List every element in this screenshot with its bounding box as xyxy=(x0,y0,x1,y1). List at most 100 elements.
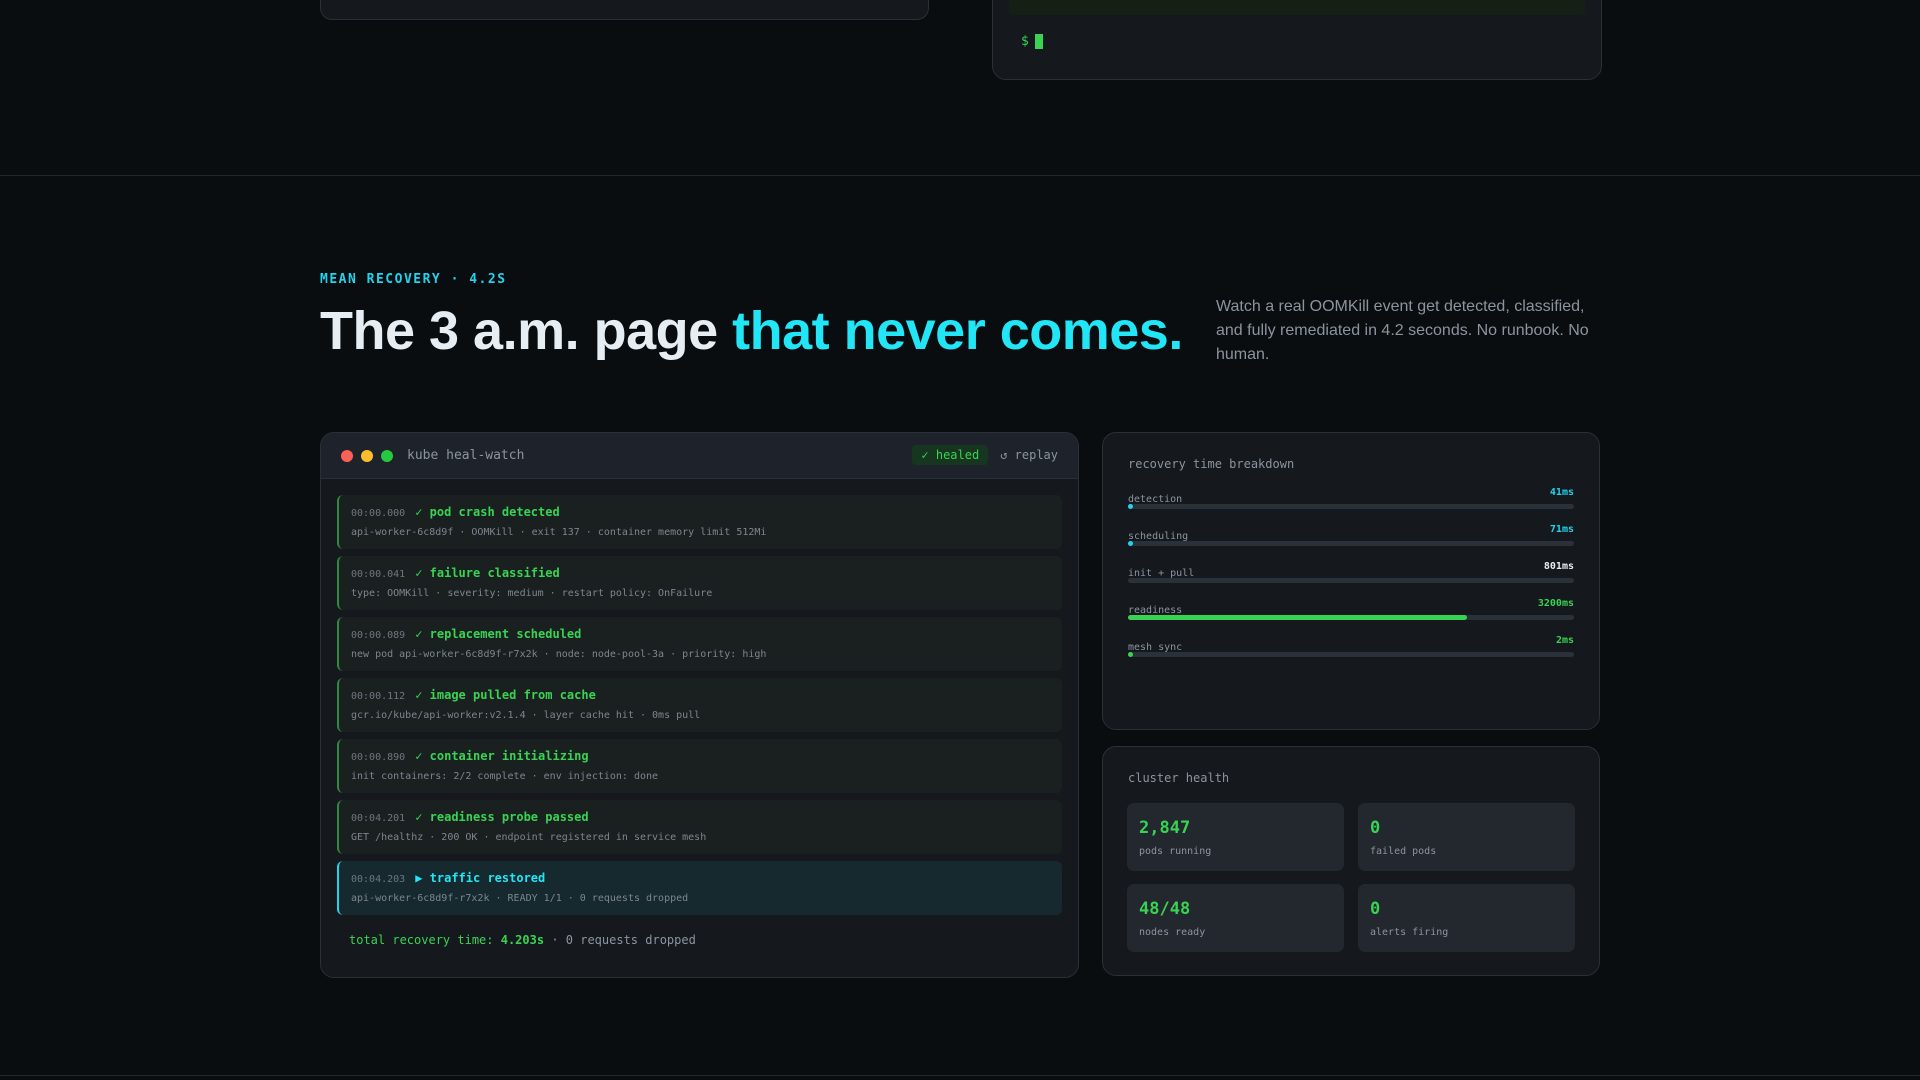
breakdown-row: detection 41ms xyxy=(1128,487,1574,509)
event-time: 00:00.890 xyxy=(351,752,406,763)
breakdown-track xyxy=(1128,578,1574,583)
event-time: 00:00.000 xyxy=(351,508,406,519)
lede-text: Watch a real OOMKill event get detected,… xyxy=(1216,298,1589,363)
panel-title: cluster health xyxy=(1128,771,1230,785)
event-detail: gcr.io/kube/api-worker:v2.1.4 · layer ca… xyxy=(351,710,701,721)
event-detail: api-worker-6c8d9f-r7x2k · READY 1/1 · 0 … xyxy=(351,893,689,904)
breakdown-track xyxy=(1128,541,1574,546)
cursor-block xyxy=(1034,34,1043,49)
check-icon: ✓ xyxy=(415,688,423,702)
section-divider xyxy=(0,175,1920,176)
breakdown-value: 801ms xyxy=(1543,561,1574,572)
event-title: ✓ replacement scheduled xyxy=(415,627,581,641)
check-icon: ✓ xyxy=(415,749,423,763)
stat-label: failed pods xyxy=(1370,846,1437,857)
event-time: 00:00.089 xyxy=(351,630,406,641)
event-title-text: failure classified xyxy=(429,566,560,580)
stat-card: 0 failed pods xyxy=(1358,803,1575,871)
section-divider xyxy=(0,1075,1920,1076)
event-item: 00:00.089 ✓ replacement scheduled new pod … xyxy=(337,617,1062,671)
breakdown-value: 41ms xyxy=(1549,487,1574,498)
event-title: ✓ image pulled from cache xyxy=(415,688,596,702)
event-title: ✓ readiness probe passed xyxy=(415,810,588,824)
stat-value: 0 xyxy=(1370,899,1381,919)
stat-label: nodes ready xyxy=(1139,927,1206,938)
event-title-text: container initializing xyxy=(429,749,589,763)
replay-button[interactable]: ↺ replay xyxy=(1000,448,1058,462)
event-list: 00:00.000 ✓ pod crash detected api-worker-… xyxy=(321,479,1078,915)
event-time: 00:00.041 xyxy=(351,569,406,580)
event-time: 00:00.112 xyxy=(351,691,406,702)
cluster-health-panel: cluster health 2,847 pods running 0 failed … xyxy=(1102,746,1600,976)
breakdown-row: readiness 3200ms xyxy=(1128,598,1574,620)
stat-value: 2,847 xyxy=(1139,818,1191,838)
breakdown-value: 3200ms xyxy=(1537,598,1574,609)
breakdown-fill xyxy=(1128,615,1467,620)
prompt-symbol: $ xyxy=(1021,34,1029,49)
total-value: 4.203s xyxy=(500,933,545,947)
event-title-text: replacement scheduled xyxy=(429,627,582,641)
event-title: ✓ failure classified xyxy=(415,566,560,580)
event-detail: init containers: 2/2 complete · env inje… xyxy=(351,771,659,782)
total-label: total recovery time: xyxy=(349,933,494,947)
event-detail: GET /healthz · 200 OK · endpoint registe… xyxy=(351,832,707,843)
check-icon: ✓ xyxy=(415,627,423,641)
breakdown-track xyxy=(1128,615,1574,620)
close-dot-icon[interactable] xyxy=(341,449,353,462)
total-suffix: · 0 requests dropped xyxy=(544,933,696,947)
event-item: 00:00.000 ✓ pod crash detected api-worker-… xyxy=(337,495,1062,549)
eyebrow-label: MEAN RECOVERY · 4.2S xyxy=(320,272,507,287)
heal-watch-terminal: kube heal-watch ✓ healed ↺ replay 00:00.… xyxy=(320,432,1079,978)
event-detail: api-worker-6c8d9f · OOMKill · exit 137 ·… xyxy=(351,527,767,538)
event-title: ✓ container initializing xyxy=(415,749,588,763)
stat-value: 48/48 xyxy=(1139,899,1191,919)
play-icon: ▶ xyxy=(415,871,423,885)
recovery-breakdown-panel: recovery time breakdown detection 41ms sch… xyxy=(1102,432,1600,730)
breakdown-track xyxy=(1128,504,1574,509)
panel-title: recovery time breakdown xyxy=(1128,457,1295,471)
event-item: 00:04.201 ✓ readiness probe passed GET /he… xyxy=(337,800,1062,854)
event-time: 00:04.201 xyxy=(351,813,406,824)
previous-terminal-card: $ xyxy=(992,0,1602,80)
output-highlight xyxy=(1009,0,1585,15)
breakdown-fill xyxy=(1128,541,1133,546)
shell-prompt[interactable]: $ xyxy=(1021,34,1043,49)
breakdown-row: init + pull 801ms xyxy=(1128,561,1574,583)
event-title-text: traffic restored xyxy=(429,871,546,885)
check-icon: ✓ xyxy=(415,505,423,519)
page-title: The 3 a.m. page that never comes. xyxy=(320,300,1183,362)
event-title-text: readiness probe passed xyxy=(429,810,589,824)
stat-card: 48/48 nodes ready xyxy=(1127,884,1344,952)
event-detail: type: OOMKill · severity: medium · resta… xyxy=(351,588,713,599)
maximize-dot-icon[interactable] xyxy=(381,449,393,462)
event-item: 00:00.890 ✓ container initializing init co… xyxy=(337,739,1062,793)
headline-plain: The 3 a.m. page xyxy=(320,301,733,361)
stat-value: 0 xyxy=(1370,818,1381,838)
terminal-header: kube heal-watch ✓ healed ↺ replay xyxy=(321,433,1078,479)
breakdown-fill xyxy=(1128,504,1133,509)
stat-label: alerts firing xyxy=(1370,927,1449,938)
event-title: ▶ traffic restored xyxy=(415,871,545,885)
breakdown-row: mesh sync 2ms xyxy=(1128,635,1574,657)
stat-card: 0 alerts firing xyxy=(1358,884,1575,952)
event-item: 00:04.203 ▶ traffic restored api-worker-6c… xyxy=(337,861,1062,915)
breakdown-value: 71ms xyxy=(1549,524,1574,535)
event-title-text: image pulled from cache xyxy=(429,688,596,702)
check-icon: ✓ xyxy=(415,566,423,580)
stat-card: 2,847 pods running xyxy=(1127,803,1344,871)
event-title-text: pod crash detected xyxy=(429,505,560,519)
breakdown-row: scheduling 71ms xyxy=(1128,524,1574,546)
breakdown-fill xyxy=(1128,652,1133,657)
terminal-title: kube heal-watch xyxy=(407,448,525,463)
event-title: ✓ pod crash detected xyxy=(415,505,560,519)
breakdown-track xyxy=(1128,652,1574,657)
total-recovery: total recovery time: 4.203s · 0 requests… xyxy=(349,933,696,947)
check-icon: ✓ xyxy=(415,810,423,824)
previous-card xyxy=(320,0,929,20)
minimize-dot-icon[interactable] xyxy=(361,449,373,462)
stat-label: pods running xyxy=(1139,846,1212,857)
event-time: 00:04.203 xyxy=(351,874,406,885)
status-badge: ✓ healed xyxy=(912,445,989,465)
headline-accent: that never comes. xyxy=(732,301,1183,361)
event-item: 00:00.112 ✓ image pulled from cache gcr.io… xyxy=(337,678,1062,732)
